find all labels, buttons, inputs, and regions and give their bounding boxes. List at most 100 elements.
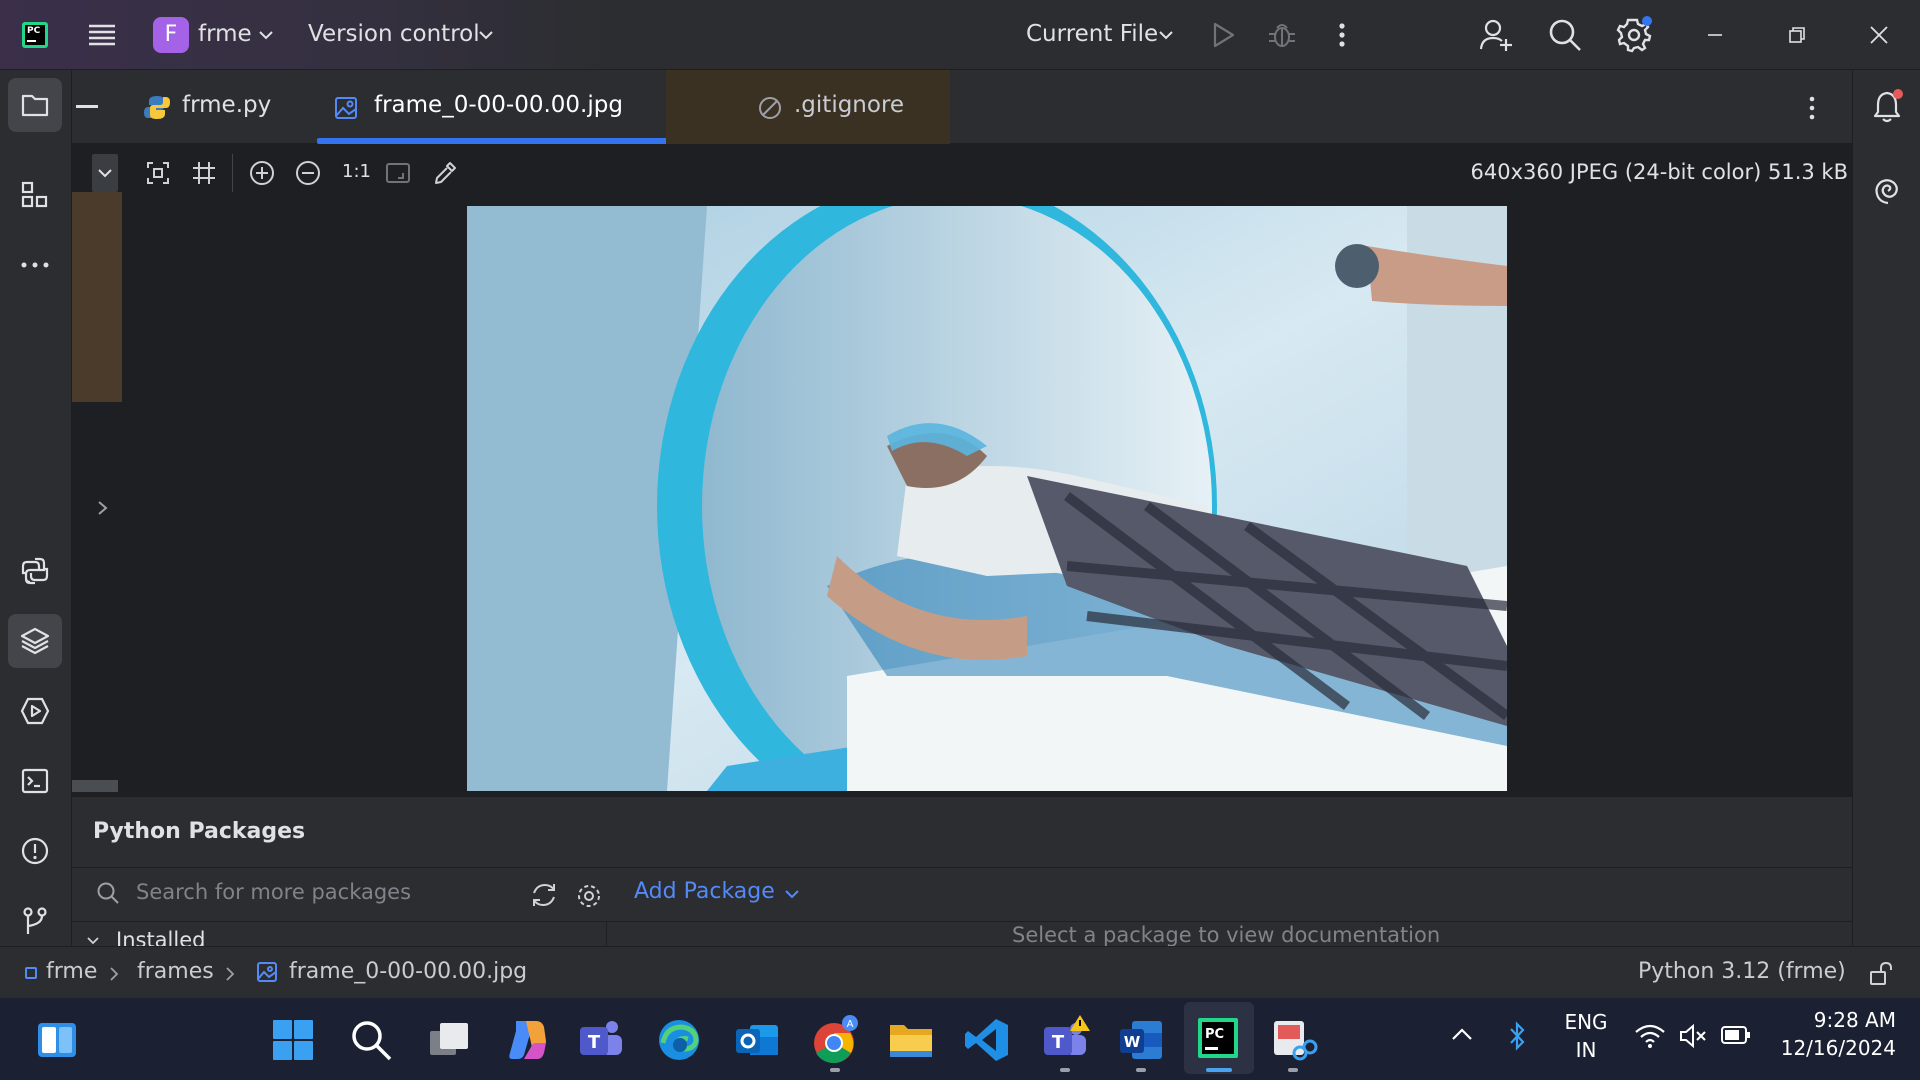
windows-logo-icon [273, 1020, 313, 1060]
structure-tool-button[interactable] [8, 168, 62, 222]
chevron-down-icon[interactable] [86, 936, 100, 946]
search-everywhere-button[interactable] [1547, 17, 1583, 53]
taskbar-search-button[interactable] [346, 1015, 396, 1065]
package-search-input[interactable]: Search for more packages [136, 880, 411, 904]
settings-button[interactable] [1616, 15, 1654, 53]
word-app[interactable]: W [1116, 1015, 1166, 1065]
bell-icon [1873, 89, 1903, 123]
speaker-muted-icon[interactable] [1678, 1022, 1708, 1050]
expand-toolbar-button[interactable] [92, 154, 118, 192]
ignore-file-icon [759, 97, 781, 119]
wifi-icon[interactable] [1634, 1022, 1666, 1050]
hamburger-icon [89, 24, 115, 46]
hide-panel-icon[interactable] [76, 105, 98, 108]
image-file-icon [257, 962, 277, 982]
edge-icon [659, 1020, 699, 1060]
chevron-down-icon [98, 169, 112, 178]
breadcrumb-folder[interactable]: frames [137, 959, 214, 984]
grid-icon[interactable] [192, 161, 216, 185]
python-packages-button[interactable] [8, 614, 62, 668]
edge-app[interactable] [654, 1015, 704, 1065]
close-window-button[interactable] [1864, 20, 1894, 50]
teams-icon: T [580, 1021, 622, 1055]
clock[interactable]: 9:28 AM 12/16/2024 [1770, 1008, 1896, 1060]
restore-button[interactable] [1782, 20, 1812, 50]
more-horizontal-icon [21, 262, 49, 268]
interpreter-selector[interactable]: Python 3.12 (frme) [1638, 959, 1846, 984]
color-picker-icon[interactable] [432, 160, 458, 186]
running-indicator [1136, 1068, 1146, 1072]
more-vertical-icon[interactable] [1806, 94, 1818, 122]
bluetooth-icon[interactable] [1506, 1020, 1528, 1052]
task-view-icon [430, 1023, 468, 1055]
git-tool-button[interactable] [8, 894, 62, 948]
file-explorer-app[interactable] [886, 1015, 936, 1065]
task-view-button[interactable] [424, 1015, 474, 1065]
services-tool-button[interactable] [8, 684, 62, 738]
panel-divider [72, 921, 1852, 922]
version-control-menu[interactable]: Version control [308, 21, 480, 47]
main-menu-button[interactable] [86, 19, 118, 51]
terminal-tool-button[interactable] [8, 754, 62, 808]
more-tools-button[interactable] [8, 238, 62, 292]
image-file-icon [335, 97, 357, 119]
fit-window-icon[interactable] [386, 161, 410, 185]
breadcrumb-file[interactable]: frame_0-00-00.00.jpg [289, 959, 527, 984]
editor-tabs-bar: frme.py frame_0-00-00.00.jpg .gitignore [72, 70, 1852, 144]
unlock-icon[interactable] [1868, 961, 1894, 987]
gear-icon[interactable] [576, 883, 602, 909]
tab-label: .gitignore [794, 92, 905, 118]
breadcrumb-project[interactable]: frme [46, 959, 97, 984]
teams-app[interactable]: T [576, 1015, 626, 1065]
tab-frme-py[interactable]: frme.py [130, 70, 310, 144]
tab-label: frme.py [182, 92, 272, 118]
run-configuration-selector[interactable]: Current File [1026, 21, 1158, 47]
notifications-button[interactable] [1871, 88, 1905, 124]
add-package-button[interactable]: Add Package [634, 879, 775, 904]
code-with-me-button[interactable] [1478, 17, 1514, 53]
pycharm-app[interactable]: PC [1184, 1002, 1254, 1074]
problems-tool-button[interactable] [8, 824, 62, 878]
zoom-in-icon[interactable] [249, 160, 275, 186]
clock-date: 12/16/2024 [1780, 1036, 1896, 1060]
battery-icon[interactable] [1720, 1024, 1752, 1046]
chevron-right-icon [110, 967, 119, 981]
teams-work-app[interactable]: T [1040, 1015, 1090, 1065]
horizontal-scrollbar[interactable] [72, 780, 118, 792]
svg-text:T: T [588, 1032, 601, 1053]
clock-time: 9:28 AM [1813, 1008, 1896, 1032]
git-branch-icon [23, 907, 47, 934]
tab-gitignore[interactable]: .gitignore [666, 70, 950, 144]
chevron-up-icon[interactable] [1450, 1026, 1474, 1042]
chevron-right-icon[interactable] [96, 499, 110, 517]
actual-size-button[interactable]: 1:1 [342, 161, 371, 182]
vscode-app[interactable] [962, 1015, 1012, 1065]
outlook-app[interactable] [732, 1015, 782, 1065]
zoom-out-icon[interactable] [295, 160, 321, 186]
more-actions-button[interactable] [1330, 19, 1354, 51]
displayed-image [467, 206, 1507, 791]
language-indicator[interactable]: ENG IN [1560, 1010, 1612, 1062]
minimize-button[interactable] [1700, 20, 1730, 50]
fit-zoom-icon[interactable] [146, 161, 170, 185]
start-button[interactable] [268, 1015, 318, 1065]
widgets-button[interactable] [32, 1015, 82, 1065]
python-console-button[interactable] [8, 544, 62, 598]
close-icon [1870, 26, 1888, 44]
ai-assistant-button[interactable] [1873, 176, 1903, 206]
chrome-app[interactable]: A [810, 1015, 860, 1065]
toolbar-divider [232, 154, 233, 192]
gear-icon [1616, 16, 1652, 53]
word-icon: W [1120, 1021, 1162, 1059]
python-packages-panel: Python Packages Search for more packages… [72, 796, 1852, 952]
right-tool-strip [1852, 70, 1920, 946]
editor-gutter [72, 144, 122, 794]
copilot-button[interactable] [502, 1015, 552, 1065]
debug-button[interactable] [1266, 19, 1298, 51]
chevron-right-icon [226, 967, 235, 981]
spiral-icon [1875, 179, 1898, 205]
project-tool-button[interactable] [8, 78, 62, 132]
run-button[interactable] [1208, 20, 1238, 50]
refresh-icon[interactable] [530, 881, 558, 909]
snipping-tool-app[interactable] [1268, 1015, 1318, 1065]
